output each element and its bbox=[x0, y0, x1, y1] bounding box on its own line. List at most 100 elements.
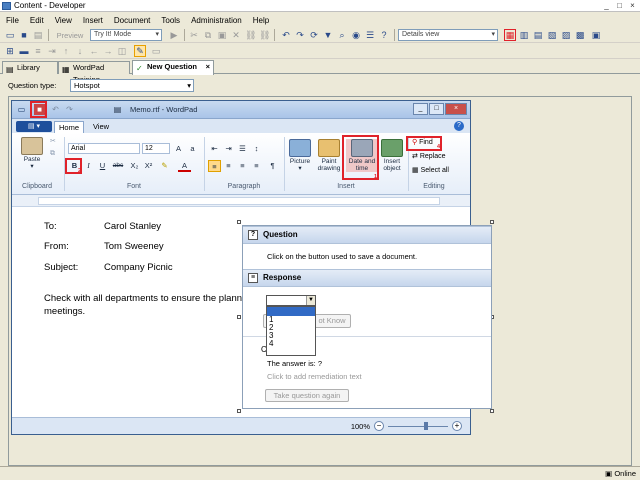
cut-icon[interactable]: ✂ bbox=[188, 29, 200, 41]
maximize-button[interactable]: □ bbox=[614, 1, 625, 11]
pencil-icon[interactable]: ✎ bbox=[134, 45, 146, 57]
font-family-select[interactable]: Arial bbox=[68, 143, 140, 154]
menu-tools[interactable]: Tools bbox=[161, 16, 180, 25]
subscript-button[interactable]: X₂ bbox=[128, 160, 141, 172]
search-icon[interactable]: ⌕ bbox=[336, 29, 348, 41]
outline-icon[interactable]: ≡ bbox=[32, 45, 44, 57]
tab-library[interactable]: ▤ Library bbox=[2, 61, 58, 74]
dropdown-option[interactable]: 2 bbox=[267, 324, 315, 332]
undo-icon[interactable]: ↶ bbox=[280, 29, 292, 41]
delete-icon[interactable]: ✕ bbox=[230, 29, 242, 41]
unlink-icon[interactable]: ⛓ bbox=[258, 29, 270, 41]
justify-icon[interactable]: ≡ bbox=[250, 160, 263, 172]
resize-handle[interactable] bbox=[490, 409, 494, 413]
arrow-right-icon[interactable]: → bbox=[102, 45, 114, 57]
wordpad-maximize-button[interactable]: □ bbox=[429, 103, 444, 115]
tab-wordpad-training[interactable]: ▦ WordPad Training bbox=[58, 61, 130, 84]
response-dropdown[interactable]: ▼ bbox=[266, 295, 316, 306]
layout-icon-1[interactable]: ▦ bbox=[504, 29, 516, 41]
menu-document[interactable]: Document bbox=[114, 16, 150, 25]
tab-close-icon[interactable]: × bbox=[206, 61, 210, 73]
layout-icon-3[interactable]: ▤ bbox=[532, 29, 544, 41]
find-icon[interactable]: ◉ bbox=[350, 29, 362, 41]
copy-icon[interactable]: ⧉ bbox=[202, 29, 214, 41]
save-icon[interactable]: ■ bbox=[18, 29, 30, 41]
bullets-icon[interactable]: ☰ bbox=[236, 143, 249, 155]
indent-icon[interactable]: ⇥ bbox=[46, 45, 58, 57]
cut-small-icon[interactable]: ✂ bbox=[50, 137, 56, 147]
paragraph-icon[interactable]: ¶ bbox=[266, 160, 279, 172]
line-spacing-icon[interactable]: ↕ bbox=[250, 143, 263, 155]
take-question-again-button[interactable]: Take question again bbox=[265, 389, 349, 402]
question-text[interactable]: Click on the button used to save a docum… bbox=[267, 252, 417, 261]
ribbon-tab-view[interactable]: View bbox=[86, 121, 116, 133]
wordpad-minimize-button[interactable]: _ bbox=[413, 103, 428, 115]
view-select[interactable]: Details view bbox=[398, 29, 498, 41]
paste-icon[interactable]: ▣ bbox=[216, 29, 228, 41]
tab-new-question[interactable]: ✓ New Question × bbox=[132, 60, 214, 75]
select-all-button[interactable]: ▦ Select all bbox=[412, 166, 449, 176]
question-type-select[interactable]: Hotspot bbox=[70, 79, 194, 92]
resize-handle[interactable] bbox=[237, 409, 241, 413]
zoom-in-button[interactable]: + bbox=[452, 421, 462, 431]
remediation-text[interactable]: Click to add remediation text bbox=[267, 372, 362, 381]
wordpad-file-menu-button[interactable]: ▤ ▾ bbox=[16, 121, 52, 132]
mode-select[interactable]: Try It! Mode bbox=[90, 29, 162, 41]
wordpad-help-icon[interactable]: ? bbox=[454, 121, 464, 131]
shrink-font-icon[interactable]: a bbox=[186, 143, 199, 155]
arrow-down-icon[interactable]: ↓ bbox=[74, 45, 86, 57]
layout-icon-7[interactable]: ▣ bbox=[590, 29, 602, 41]
arrow-up-icon[interactable]: ↑ bbox=[60, 45, 72, 57]
new-icon[interactable]: ▭ bbox=[4, 29, 16, 41]
print-icon[interactable]: ▤ bbox=[32, 29, 44, 41]
preview-button[interactable]: Preview bbox=[50, 29, 90, 41]
open-icon[interactable]: ▬ bbox=[18, 45, 30, 57]
picture-button[interactable]: Picture ▾ bbox=[286, 139, 314, 172]
redo-icon[interactable]: ↷ bbox=[294, 29, 306, 41]
underline-button[interactable]: U bbox=[96, 160, 109, 172]
menu-administration[interactable]: Administration bbox=[191, 16, 242, 25]
menu-file[interactable]: File bbox=[6, 16, 19, 25]
grow-font-icon[interactable]: A bbox=[172, 143, 185, 155]
paste-button[interactable]: Paste ▾ bbox=[18, 137, 46, 170]
font-size-select[interactable]: 12 bbox=[142, 143, 170, 154]
arrow-left-icon[interactable]: ← bbox=[88, 45, 100, 57]
link-icon[interactable]: ⛓ bbox=[244, 29, 256, 41]
strikethrough-button[interactable]: abc bbox=[110, 160, 126, 172]
play-icon[interactable]: ▶ bbox=[168, 29, 180, 41]
align-center-icon[interactable]: ≡ bbox=[222, 160, 235, 172]
font-color-icon[interactable]: A bbox=[178, 160, 191, 172]
help-icon[interactable]: ? bbox=[378, 29, 390, 41]
dropdown-option[interactable]: 4 bbox=[267, 340, 315, 348]
increase-indent-icon[interactable]: ⇥ bbox=[222, 143, 235, 155]
dropdown-option[interactable] bbox=[267, 307, 315, 316]
dropdown-option[interactable]: 3 bbox=[267, 332, 315, 340]
close-button[interactable]: × bbox=[627, 1, 638, 11]
quick-redo-icon[interactable]: ↷ bbox=[64, 104, 75, 115]
menu-insert[interactable]: Insert bbox=[83, 16, 103, 25]
superscript-button[interactable]: X² bbox=[142, 160, 155, 172]
properties-icon[interactable]: ☰ bbox=[364, 29, 376, 41]
quick-undo-icon[interactable]: ↶ bbox=[50, 104, 61, 115]
align-right-icon[interactable]: ≡ bbox=[236, 160, 249, 172]
resize-handle[interactable] bbox=[237, 220, 241, 224]
align-left-icon[interactable]: ≡ bbox=[208, 160, 221, 172]
zoom-out-button[interactable]: − bbox=[374, 421, 384, 431]
structure-icon[interactable]: ⊞ bbox=[4, 45, 16, 57]
menu-view[interactable]: View bbox=[55, 16, 72, 25]
decrease-indent-icon[interactable]: ⇤ bbox=[208, 143, 221, 155]
copy-small-icon[interactable]: ⧉ bbox=[50, 149, 55, 159]
minimize-button[interactable]: _ bbox=[601, 1, 612, 11]
wordpad-close-button[interactable]: × bbox=[445, 103, 467, 115]
resize-handle[interactable] bbox=[490, 220, 494, 224]
format-icon[interactable]: ▭ bbox=[150, 45, 162, 57]
filter-icon[interactable]: ▼ bbox=[322, 29, 334, 41]
menu-help[interactable]: Help bbox=[253, 16, 269, 25]
layout-icon-2[interactable]: ▥ bbox=[518, 29, 530, 41]
layout-icon-6[interactable]: ▩ bbox=[574, 29, 586, 41]
layout-icon-5[interactable]: ▨ bbox=[560, 29, 572, 41]
frame-icon[interactable]: ◫ bbox=[116, 45, 128, 57]
refresh-icon[interactable]: ⟳ bbox=[308, 29, 320, 41]
ribbon-tab-home[interactable]: Home bbox=[54, 121, 84, 133]
resize-handle[interactable] bbox=[237, 315, 241, 319]
